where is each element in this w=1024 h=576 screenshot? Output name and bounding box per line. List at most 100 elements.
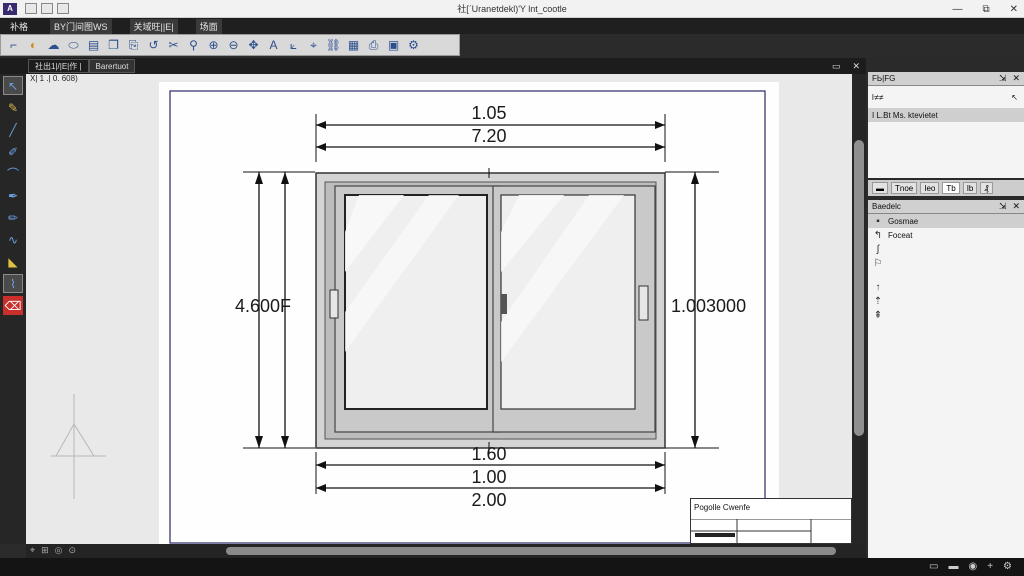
layer-row[interactable]: ↰ Foceat — [868, 228, 1024, 242]
plus-icon[interactable]: + — [987, 561, 993, 572]
pencil-tool-icon[interactable]: ✎ — [3, 98, 23, 117]
layers-panel-header: Baedelc ⇲ ✕ — [868, 200, 1024, 214]
horizontal-scroll-thumb[interactable] — [226, 547, 836, 555]
maximize-button[interactable]: ⧉ — [982, 4, 989, 15]
save-icon[interactable] — [25, 3, 37, 14]
brush-tool-icon[interactable]: ✐ — [3, 142, 23, 161]
right-dock: FЬ|FG ⇲ ✕ ŀ≠≠ ↖ I L.Bt Ms. ktevietet ▬ Tn… — [868, 58, 1024, 558]
paste-icon[interactable]: ⎘ — [125, 37, 142, 54]
curve-tool-icon[interactable]: ∿ — [3, 230, 23, 249]
vertical-scrollbar[interactable] — [852, 74, 866, 544]
radio-icon[interactable]: ◉ — [968, 561, 977, 572]
zoom-out-icon[interactable]: ⊖ — [225, 37, 242, 54]
document-tab[interactable]: 社出1|/|E|作 | — [28, 59, 89, 73]
properties-toolbar-row: ŀ≠≠ ↖ — [868, 86, 1024, 108]
line-draw-icon[interactable]: ╱ — [3, 120, 23, 139]
dim-text-top-1: 1.05 — [471, 103, 506, 123]
panel-tab-5[interactable]: Ib — [962, 182, 978, 194]
left-tool-palette: ↖ ✎ ╱ ✐ ⌒ ✒ ✏ ∿ ◣ ⌇ ⌫ — [0, 74, 26, 544]
ellipse-icon[interactable]: ⬭ — [65, 37, 82, 54]
redo-icon[interactable] — [57, 3, 69, 14]
color-icon[interactable]: ◐ — [25, 37, 42, 54]
layers-panel-body: ▪ Gosmae ↰ Foceat ʃ ⚐ ↑ ⇡ ⇞ — [868, 214, 1024, 558]
left-handle — [329, 289, 339, 319]
print-icon[interactable]: ⎙ — [365, 37, 382, 54]
menu-item-1[interactable]: 补格 — [6, 19, 32, 34]
eraser-tool-icon[interactable]: ⌫ — [3, 296, 23, 315]
dim-text-bottom-1: 1.60 — [471, 444, 506, 464]
arrow-head — [655, 484, 665, 492]
window-elevation-drawing: 1.05 7.20 4.600F 1.003000 1.60 1.00 2.00 — [169, 90, 766, 544]
ortho-toggle-icon[interactable]: ◎ — [55, 545, 63, 556]
cursor-icon[interactable]: ↖ — [1011, 93, 1018, 102]
vertical-scroll-thumb[interactable] — [854, 140, 864, 436]
drawing-canvas[interactable]: X| 1 .| 0. 608) 1.05 7.20 4.600F 1.00300… — [26, 74, 852, 544]
close-tab-button[interactable]: ✕ — [852, 61, 860, 72]
minimize-button[interactable]: — — [952, 4, 962, 15]
title-block: Pogolle Cwenfe — [690, 498, 852, 544]
panel-tab-6[interactable]: ₰ — [980, 182, 993, 194]
pan-icon[interactable]: ✥ — [245, 37, 262, 54]
text-icon[interactable]: A — [265, 37, 282, 54]
rotate-icon[interactable]: ↺ — [145, 37, 162, 54]
layer-row[interactable]: ʃ — [868, 242, 1024, 256]
select-tool-icon[interactable]: ↖ — [3, 76, 23, 95]
document-tab-2[interactable]: Barertuot — [88, 59, 136, 73]
menu-item-4[interactable]: 场面 — [195, 18, 222, 34]
fill-tool-icon[interactable]: ◣ — [3, 252, 23, 271]
snap-toggle-icon[interactable]: ⌖ — [30, 545, 35, 556]
polyline-tool-icon[interactable]: ⌇ — [3, 274, 23, 293]
zoom-in-icon[interactable]: ⊕ — [205, 37, 222, 54]
gear-icon[interactable]: ⚙ — [1003, 561, 1012, 572]
menu-item-2[interactable]: BY门间图WS — [50, 18, 112, 34]
panel-tab-1[interactable]: ▬ — [872, 182, 888, 194]
layer-row[interactable]: ⇡ — [868, 294, 1024, 308]
arc-tool-icon[interactable]: ⌒ — [3, 164, 23, 183]
line-tool-icon[interactable]: ⌐ — [5, 37, 22, 54]
properties-row-2: I L.Bt Ms. ktevietet — [872, 110, 938, 120]
layer-row[interactable]: ▪ Gosmae — [868, 214, 1024, 228]
panel-close-icon[interactable]: ✕ — [1012, 73, 1020, 84]
layer-row[interactable]: ⇞ — [868, 308, 1024, 322]
arrow-head — [281, 436, 289, 448]
minus-icon[interactable]: ▬ — [948, 561, 958, 572]
arrow-head — [691, 436, 699, 448]
layer-row[interactable]: ↑ — [868, 280, 1024, 294]
marker-tool-icon[interactable]: ✏ — [3, 208, 23, 227]
menu-item-3[interactable]: 关域旺||E| — [129, 18, 178, 34]
close-button[interactable]: ✕ — [1010, 4, 1018, 15]
properties-row-1[interactable]: ŀ≠≠ — [872, 93, 883, 102]
copy-icon[interactable]: ❐ — [105, 37, 122, 54]
search-icon[interactable]: ⚲ — [185, 37, 202, 54]
measure-icon[interactable]: ⟀ — [285, 37, 302, 54]
layer-row[interactable]: ⚐ — [868, 256, 1024, 270]
image-icon[interactable]: ▣ — [385, 37, 402, 54]
minimize-panel-icon[interactable]: ⇲ — [999, 201, 1007, 212]
panel-tab-2[interactable]: Tnoe — [891, 182, 918, 194]
display-icon[interactable]: ▭ — [929, 561, 938, 572]
app-logo-icon[interactable]: A — [3, 2, 17, 15]
link-icon[interactable]: ⛓ — [325, 37, 342, 54]
pin-icon[interactable]: ⇲ — [999, 73, 1007, 84]
horizontal-scrollbar[interactable]: ⌖ ⊞ ◎ ⊙ — [26, 544, 866, 558]
settings-icon[interactable]: ⚙ — [405, 37, 422, 54]
arrow-head — [255, 436, 263, 448]
node-icon: ⇞ — [873, 309, 883, 321]
panel-tab-3[interactable]: Ieo — [920, 182, 940, 194]
snap-icon[interactable]: ⌖ — [305, 37, 322, 54]
layer-icon[interactable]: ▤ — [85, 37, 102, 54]
layers-close-icon[interactable]: ✕ — [1012, 201, 1020, 212]
undo-icon[interactable] — [41, 3, 53, 14]
grid-toggle-icon[interactable]: ⊞ — [41, 545, 49, 556]
restore-tab-button[interactable]: ▭ — [832, 61, 841, 72]
arrow-head — [316, 121, 326, 129]
cloud-icon[interactable]: ☁ — [45, 37, 62, 54]
arrow-head — [691, 172, 699, 184]
polar-toggle-icon[interactable]: ⊙ — [68, 545, 76, 556]
trim-icon[interactable]: ✂ — [165, 37, 182, 54]
center-lock — [501, 294, 507, 314]
block-icon[interactable]: ▦ — [345, 37, 362, 54]
properties-selected-row[interactable]: I L.Bt Ms. ktevietet — [868, 108, 1024, 122]
pen-tool-icon[interactable]: ✒ — [3, 186, 23, 205]
panel-tab-4[interactable]: Tb — [942, 182, 960, 194]
